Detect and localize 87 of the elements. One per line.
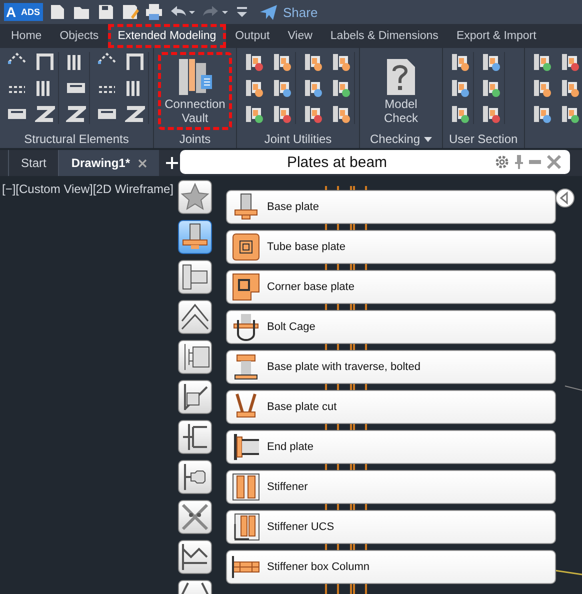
share-link[interactable]: Share <box>283 4 318 20</box>
structure-tool-icon[interactable] <box>66 104 86 124</box>
viewport-label[interactable]: [−][Custom View][2D Wireframe] <box>0 176 176 202</box>
save-icon[interactable] <box>97 3 116 21</box>
joint-tool-icon[interactable] <box>481 52 501 72</box>
document-tab[interactable]: Drawing1* <box>58 150 160 176</box>
connection-item[interactable]: End plate <box>226 430 556 464</box>
category-button[interactable] <box>178 500 212 534</box>
joint-tool-icon[interactable] <box>532 104 552 124</box>
collapse-icon[interactable] <box>555 188 575 208</box>
joint-tool-icon[interactable] <box>481 78 501 98</box>
panel-label: Checking <box>370 132 420 146</box>
caret-icon[interactable] <box>424 136 432 142</box>
joint-tool-icon[interactable] <box>450 104 470 124</box>
ribbon-tab[interactable]: Export & Import <box>447 24 546 48</box>
joint-tool-icon[interactable] <box>331 78 351 98</box>
joint-tool-icon[interactable] <box>481 104 501 124</box>
category-button[interactable] <box>178 300 212 334</box>
panel-label: Structural Elements <box>24 132 129 146</box>
columns-icon <box>177 57 213 97</box>
save-as-icon[interactable] <box>121 3 140 21</box>
panel-label: Joint Utilities <box>264 132 332 146</box>
category-button[interactable] <box>178 220 212 254</box>
big-tool-button[interactable]: Connection Vault <box>158 52 232 130</box>
ribbon-tab[interactable]: Output <box>226 24 279 48</box>
joint-tool-icon[interactable] <box>532 52 552 72</box>
connection-item[interactable]: Stiffener UCS <box>226 510 556 544</box>
joint-tool-icon[interactable] <box>272 52 292 72</box>
category-button[interactable] <box>178 460 212 494</box>
joint-tool-icon[interactable] <box>450 52 470 72</box>
joint-tool-icon[interactable] <box>560 52 580 72</box>
panel-label: Joints <box>179 132 211 146</box>
pin-icon[interactable] <box>514 154 524 170</box>
app-badge: ADS <box>18 3 44 21</box>
category-button[interactable] <box>178 540 212 574</box>
print-icon[interactable] <box>145 3 164 21</box>
category-button[interactable] <box>178 340 212 374</box>
connection-item[interactable]: Stiffener box Column <box>226 550 556 584</box>
joint-tool-icon[interactable] <box>303 104 323 124</box>
app-logo[interactable]: A <box>4 3 18 21</box>
connection-item[interactable]: Bolt Cage <box>226 310 556 344</box>
joint-tool-icon[interactable] <box>450 78 470 98</box>
joint-tool-icon[interactable] <box>560 104 580 124</box>
ribbon-tab[interactable]: View <box>278 24 322 48</box>
joint-preview-icon <box>231 312 261 342</box>
joint-tool-icon[interactable] <box>532 78 552 98</box>
joint-preview-icon <box>231 472 261 502</box>
joint-tool-icon[interactable] <box>244 104 264 124</box>
structure-tool-icon[interactable] <box>125 104 145 124</box>
palette-title: Plates at beam <box>286 154 388 170</box>
joint-tool-icon[interactable] <box>272 78 292 98</box>
category-button[interactable] <box>178 180 212 214</box>
joint-tool-icon[interactable] <box>244 52 264 72</box>
ribbon-tab[interactable]: Labels & Dimensions <box>321 24 448 48</box>
connection-item[interactable]: Base plate cut <box>226 390 556 424</box>
share-icon[interactable] <box>259 3 278 21</box>
ribbon-tab[interactable]: Extended Modeling <box>108 24 226 48</box>
joint-tool-icon[interactable] <box>331 104 351 124</box>
structure-tool-icon[interactable] <box>125 52 145 72</box>
joint-tool-icon[interactable] <box>560 78 580 98</box>
connection-item[interactable]: Base plate with traverse, bolted <box>226 350 556 384</box>
joint-tool-icon[interactable] <box>303 52 323 72</box>
structure-tool-icon[interactable] <box>35 52 55 72</box>
panel-label: User Section <box>449 132 518 146</box>
close-icon[interactable] <box>546 154 562 170</box>
settings-icon[interactable] <box>494 154 510 170</box>
joint-preview-icon <box>231 432 261 462</box>
connection-item[interactable]: Stiffener <box>226 470 556 504</box>
structure-tool-icon[interactable] <box>35 104 55 124</box>
ribbon-tab[interactable]: Objects <box>50 24 108 48</box>
connection-item[interactable]: Tube base plate <box>226 230 556 264</box>
joint-preview-icon <box>231 232 261 262</box>
big-tool-button[interactable]: Model Check <box>364 52 438 130</box>
category-button[interactable] <box>178 380 212 414</box>
joint-tool-icon[interactable] <box>303 78 323 98</box>
close-icon[interactable] <box>138 158 148 168</box>
joint-tool-icon[interactable] <box>331 52 351 72</box>
joint-preview-icon <box>231 272 261 302</box>
ribbon-tab[interactable]: Home <box>2 24 51 48</box>
joint-tool-icon[interactable] <box>272 104 292 124</box>
category-icon <box>179 501 211 533</box>
connection-item[interactable]: Corner base plate <box>226 270 556 304</box>
category-button[interactable] <box>178 260 212 294</box>
plus-icon[interactable] <box>165 156 180 170</box>
connection-item[interactable]: Base plate <box>226 190 556 224</box>
category-button[interactable] <box>178 420 212 454</box>
joint-tool-icon[interactable] <box>244 78 264 98</box>
